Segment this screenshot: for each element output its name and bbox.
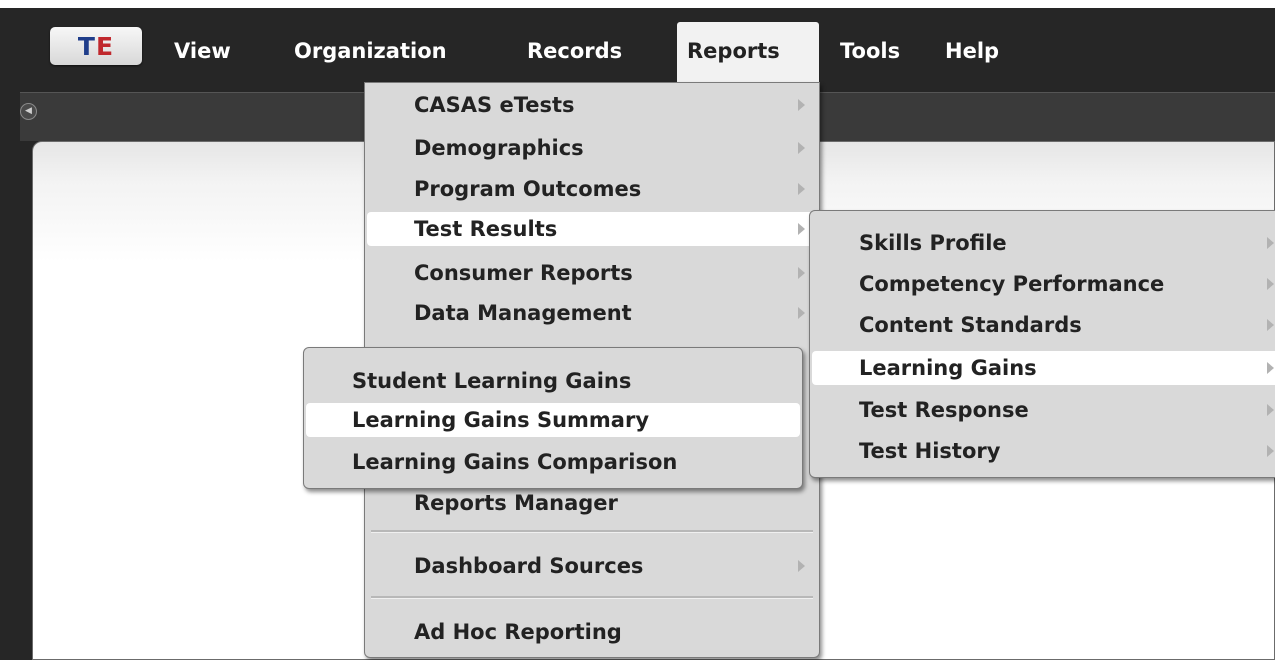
reports-item-data-management[interactable]: Data Management xyxy=(367,296,817,330)
menu-view[interactable]: View xyxy=(174,22,231,84)
item-label: Dashboard Sources xyxy=(414,554,644,578)
item-label: CASAS eTests xyxy=(414,93,575,117)
menu-separator xyxy=(371,530,813,533)
item-label: Skills Profile xyxy=(859,231,1007,255)
triangle-right-icon xyxy=(798,560,805,572)
test-results-item-test-history[interactable]: Test History xyxy=(812,434,1275,468)
learning-gains-item-student-learning-gains[interactable]: Student Learning Gains xyxy=(306,364,800,398)
item-label: Test History xyxy=(859,439,1001,463)
reports-item-dashboard-sources[interactable]: Dashboard Sources xyxy=(367,549,817,583)
menu-records[interactable]: Records xyxy=(527,22,622,84)
logo-text: TE xyxy=(78,32,114,61)
item-label: Program Outcomes xyxy=(414,177,642,201)
triangle-right-icon xyxy=(1267,445,1274,457)
menu-reports[interactable]: Reports xyxy=(677,22,819,84)
reports-item-reports-manager[interactable]: Reports Manager xyxy=(367,486,817,520)
learning-gains-submenu: Student Learning Gains Learning Gains Su… xyxy=(303,347,803,489)
triangle-right-icon xyxy=(798,223,805,235)
top-menu-bar: TE View Organization Records Reports Too… xyxy=(0,8,1275,92)
menu-organization[interactable]: Organization xyxy=(294,22,447,84)
reports-item-program-outcomes[interactable]: Program Outcomes xyxy=(367,172,817,206)
triangle-right-icon xyxy=(1267,278,1274,290)
item-label: Learning Gains xyxy=(859,356,1037,380)
test-results-item-skills-profile[interactable]: Skills Profile xyxy=(812,226,1275,260)
menu-help[interactable]: Help xyxy=(945,22,999,84)
triangle-right-icon xyxy=(798,99,805,111)
test-results-item-learning-gains[interactable]: Learning Gains xyxy=(812,351,1275,385)
reports-item-test-results[interactable]: Test Results xyxy=(367,212,817,246)
menu-tools[interactable]: Tools xyxy=(840,22,900,84)
test-results-item-content-standards[interactable]: Content Standards xyxy=(812,308,1275,342)
item-label: Content Standards xyxy=(859,313,1082,337)
item-label: Consumer Reports xyxy=(414,261,633,285)
item-label: Learning Gains Summary xyxy=(352,408,650,432)
triangle-right-icon xyxy=(1267,319,1274,331)
item-label: Student Learning Gains xyxy=(352,369,632,393)
logo-letter-t: T xyxy=(77,31,96,61)
reports-item-casas-etests[interactable]: CASAS eTests xyxy=(367,88,817,122)
item-label: Demographics xyxy=(414,136,584,160)
item-label: Ad Hoc Reporting xyxy=(414,620,622,644)
reports-item-demographics[interactable]: Demographics xyxy=(367,131,817,165)
logo-letter-e: E xyxy=(95,31,115,61)
menu-separator xyxy=(371,596,813,599)
triangle-right-icon xyxy=(1267,404,1274,416)
item-label: Test Response xyxy=(859,398,1029,422)
triangle-right-icon xyxy=(798,307,805,319)
te-logo[interactable]: TE xyxy=(50,27,142,65)
screen: TE View Organization Records Reports Too… xyxy=(0,0,1275,660)
learning-gains-item-learning-gains-summary[interactable]: Learning Gains Summary xyxy=(306,403,800,437)
triangle-right-icon xyxy=(798,183,805,195)
item-label: Learning Gains Comparison xyxy=(352,450,678,474)
triangle-right-icon xyxy=(1267,237,1274,249)
triangle-right-icon xyxy=(798,267,805,279)
learning-gains-item-learning-gains-comparison[interactable]: Learning Gains Comparison xyxy=(306,445,800,479)
item-label: Reports Manager xyxy=(414,491,618,515)
test-results-item-competency-performance[interactable]: Competency Performance xyxy=(812,267,1275,301)
triangle-right-icon xyxy=(798,142,805,154)
triangle-right-icon xyxy=(1267,362,1274,374)
item-label: Test Results xyxy=(414,217,558,241)
item-label: Data Management xyxy=(414,301,632,325)
reports-item-consumer-reports[interactable]: Consumer Reports xyxy=(367,256,817,290)
item-label: Competency Performance xyxy=(859,272,1165,296)
reports-item-ad-hoc-reporting[interactable]: Ad Hoc Reporting xyxy=(367,615,817,649)
test-results-submenu: Skills Profile Competency Performance Co… xyxy=(809,210,1275,478)
circle-arrow-left-icon[interactable]: ◀ xyxy=(20,103,37,120)
test-results-item-test-response[interactable]: Test Response xyxy=(812,393,1275,427)
